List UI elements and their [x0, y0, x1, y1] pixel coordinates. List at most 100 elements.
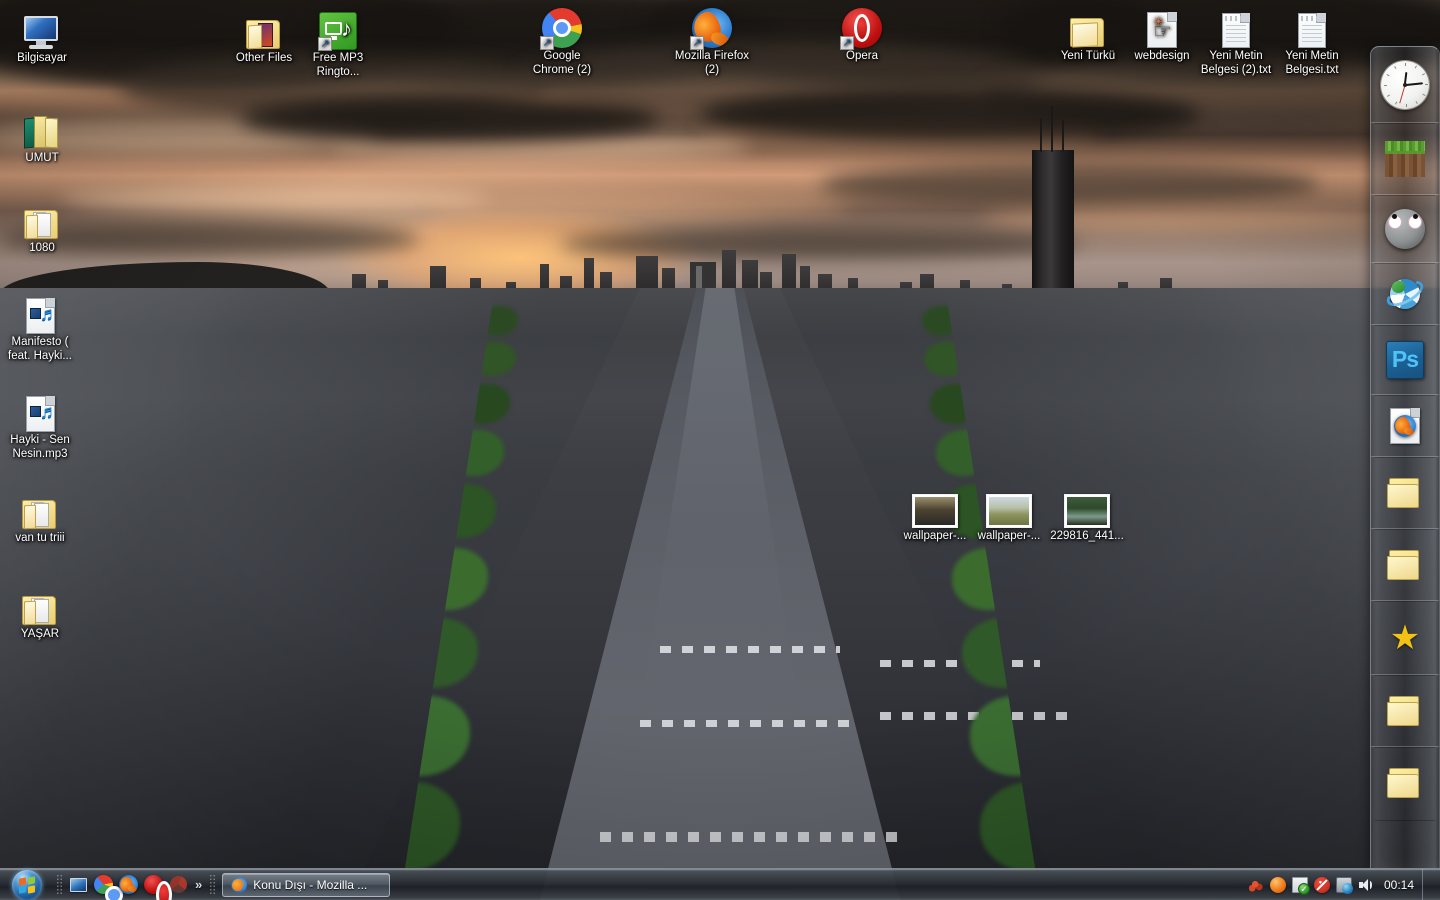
desktop-icon-bilgisayar[interactable]: Bilgisayar	[4, 4, 80, 66]
shortcut-arrow-icon: ↗	[840, 36, 854, 50]
desktop-icon-label: UMUT	[25, 152, 59, 164]
clock-face	[1381, 60, 1429, 109]
show-desktop-edge-button[interactable]	[1422, 868, 1432, 900]
minecraft-shortcut[interactable]	[1371, 123, 1439, 196]
desktop-icon-yasar[interactable]: YAŞAR	[2, 580, 78, 642]
desktop-icon-yeni-metin-belgesi[interactable]: Yeni Metin Belgesi.txt	[1274, 2, 1350, 77]
desktop-icon-label: Hayki - Sen Nesin.mp3	[10, 434, 70, 460]
shortcut-arrow-icon: ↗	[690, 36, 704, 50]
clock-gadget[interactable]	[1371, 47, 1439, 124]
star-icon: ★	[1389, 618, 1421, 657]
desktop-icon-label: van tu triii	[15, 532, 65, 544]
quicklaunch-grip-handle[interactable]	[56, 873, 63, 896]
windows-logo-icon	[12, 869, 42, 900]
firefox-document-icon	[1390, 407, 1420, 444]
desktop-icon-other-files[interactable]: Other Files	[226, 4, 302, 66]
opera-quicklaunch[interactable]	[142, 874, 172, 900]
desktop-icon-label: Yeni Türkü	[1060, 50, 1116, 62]
desktop-icon-hayki-sen-nesin[interactable]: ♬ Hayki - Sen Nesin.mp3	[2, 386, 78, 461]
opera-icon: ↗	[824, 2, 900, 50]
folder-icon	[1050, 2, 1126, 48]
shortcut-arrow-icon: ↗	[318, 37, 332, 51]
desktop-icon-label: Free MP3 Ringto...	[312, 52, 364, 78]
wallpaper-tower	[1032, 106, 1074, 296]
photoshop-icon: Ps	[1386, 340, 1424, 379]
taskband-grip-handle[interactable]	[209, 873, 217, 896]
update-tray-icon[interactable]	[1269, 876, 1286, 893]
desktop-icon-label: webdesign	[1134, 50, 1190, 62]
desktop-icon-label: 1080	[29, 242, 55, 254]
ccleaner-tray-icon[interactable]	[1247, 876, 1264, 893]
firefox-icon	[231, 876, 248, 893]
desktop-wallpaper[interactable]	[0, 0, 1440, 900]
desktop-icon-umut[interactable]: UMUT	[4, 104, 80, 166]
photoshop-shortcut[interactable]: Ps	[1371, 325, 1439, 396]
system-tray[interactable]: ✓ 00:14	[1247, 868, 1440, 900]
image-thumbnail-icon	[900, 488, 970, 528]
computer-icon	[4, 4, 80, 50]
folder-icon	[2, 580, 78, 626]
antivirus-tray-icon[interactable]	[1313, 876, 1330, 893]
start-button[interactable]	[0, 869, 54, 900]
desktop-icon-mozilla-firefox[interactable]: ↗ Mozilla Firefox (2)	[674, 2, 750, 77]
folder-icon	[226, 4, 302, 50]
desktop-icon-label: Yeni Metin Belgesi (2).txt	[1200, 50, 1272, 76]
desktop-icon-label: wallpaper-...	[977, 530, 1041, 542]
windows-sidebar[interactable]: Ps ★	[1370, 46, 1440, 870]
internet-explorer-shortcut[interactable]	[1371, 263, 1439, 326]
desktop-icon-google-chrome[interactable]: ↗ Google Chrome (2)	[524, 2, 600, 77]
desktop-icon-wallpaper-2[interactable]: wallpaper-...	[974, 488, 1044, 544]
folder-shortcut-1[interactable]	[1371, 457, 1439, 530]
desktop-icon-label: Bilgisayar	[17, 52, 67, 64]
folder-icon	[1387, 767, 1423, 799]
firefox-document-shortcut[interactable]	[1371, 395, 1439, 458]
folder-books-icon	[4, 104, 80, 150]
desktop-icon-label: Mozilla Firefox (2)	[674, 50, 750, 76]
desktop-icon-yeni-metin-belgesi-2[interactable]: Yeni Metin Belgesi (2).txt	[1198, 2, 1274, 77]
show-desktop-button[interactable]	[67, 874, 89, 896]
folder-shortcut-3[interactable]	[1371, 675, 1439, 748]
shortcut-arrow-icon: ↗	[540, 36, 554, 50]
desktop-icon-label: Other Files	[235, 52, 293, 64]
image-thumbnail-icon	[1050, 488, 1124, 528]
chrome-icon	[93, 875, 123, 900]
text-document-icon	[1198, 2, 1274, 48]
text-document-icon	[1274, 2, 1350, 48]
folder-shortcut-2[interactable]	[1371, 529, 1439, 602]
eyeball-icon	[1385, 208, 1425, 249]
desktop-icon-label: 229816_441...	[1050, 530, 1124, 542]
network-tray-icon[interactable]	[1335, 876, 1353, 894]
desktop-icon-label: YAŞAR	[20, 628, 60, 640]
mp3-file-icon: ♬	[2, 386, 78, 432]
desktop-icon-free-mp3-ringtone[interactable]: ♪ ↗ Free MP3 Ringto...	[300, 4, 376, 79]
eyeball-shortcut[interactable]	[1371, 195, 1439, 264]
image-thumbnail-icon	[974, 488, 1044, 528]
desktop-icon-229816[interactable]: 229816_441...	[1050, 488, 1124, 544]
free-mp3-ringtone-maker-icon: ♪ ↗	[300, 4, 376, 51]
desktop-icon-webdesign[interactable]: ✳ ☞ webdesign	[1124, 2, 1200, 64]
quicklaunch-overflow-button[interactable]: »	[192, 877, 205, 892]
desktop-icon-wallpaper-1[interactable]: wallpaper-...	[900, 488, 970, 544]
desktop-icon-1080[interactable]: 1080	[4, 194, 80, 256]
taskbar[interactable]: » Konu Dışı - Mozilla ... ✓ 00:14	[0, 868, 1440, 900]
taskbar-clock[interactable]: 00:14	[1380, 878, 1416, 892]
firefox-icon	[118, 875, 138, 894]
desktop-icon-yeni-turku[interactable]: Yeni Türkü	[1050, 2, 1126, 64]
quick-launch-bar[interactable]: »	[65, 874, 207, 900]
mp3-file-icon: ♬	[2, 288, 78, 334]
folder-shortcut-4[interactable]	[1371, 747, 1439, 821]
desktop-icon-opera[interactable]: ↗ Opera	[824, 2, 900, 64]
desktop-icon-label: Opera	[846, 50, 878, 62]
desktop-icon-manifesto[interactable]: ♬ Manifesto ( feat. Hayki...	[2, 288, 78, 363]
chrome-quicklaunch[interactable]	[92, 874, 123, 900]
star-shortcut[interactable]: ★	[1371, 601, 1439, 676]
desktop-icon-van-tu-triii[interactable]: van tu triii	[2, 484, 78, 546]
action-center-tray-icon[interactable]: ✓	[1291, 876, 1310, 895]
taskbar-window-firefox[interactable]: Konu Dışı - Mozilla ...	[222, 872, 391, 897]
webdesign-file-icon: ✳ ☞	[1124, 2, 1200, 48]
taskbar-window-title: Konu Dışı - Mozilla ...	[253, 877, 368, 892]
folder-icon	[1387, 477, 1423, 509]
desktop-icon-label: wallpaper-...	[903, 530, 967, 542]
volume-tray-icon[interactable]	[1358, 877, 1374, 893]
show-desktop-icon	[69, 877, 87, 892]
